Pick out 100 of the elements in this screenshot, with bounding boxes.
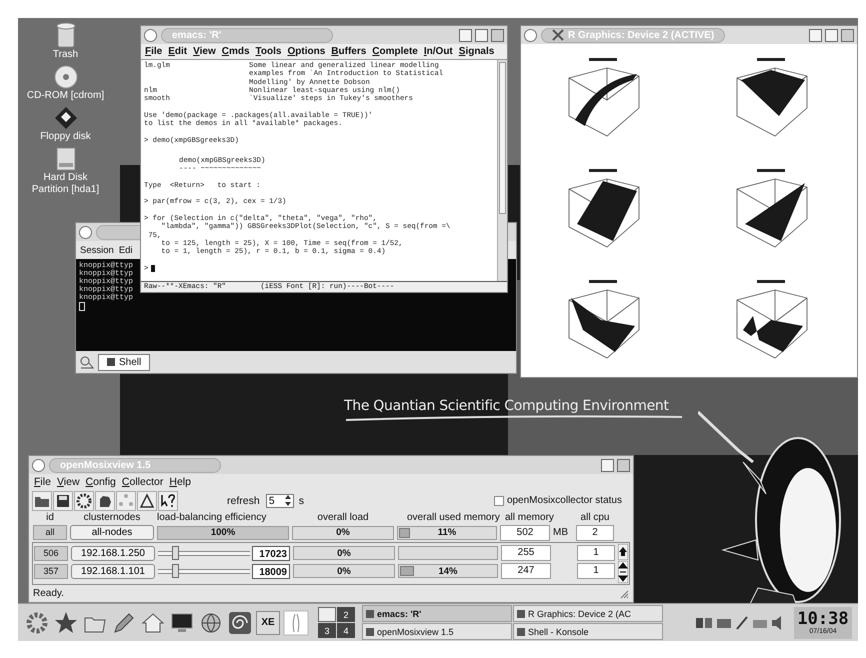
figure-icon[interactable] — [283, 610, 309, 636]
node-button[interactable]: 192.168.1.101 — [71, 564, 155, 578]
desktop-icon-label[interactable]: Floppy disk — [26, 131, 106, 143]
desktop-pager-button[interactable] — [318, 607, 336, 622]
maximize-button[interactable] — [475, 28, 488, 42]
session-tab[interactable]: Shell — [98, 354, 150, 370]
memory-value: 502 — [500, 524, 550, 541]
clock-time: 10:38 — [797, 610, 849, 628]
speed-value: 18009 — [252, 564, 290, 578]
memory-value: 247 — [501, 563, 551, 579]
id-cell: all — [33, 525, 67, 540]
load-bar: 0% — [293, 546, 395, 560]
menu-item[interactable]: View — [56, 476, 80, 488]
new-session-icon[interactable] — [79, 355, 95, 369]
menu-item[interactable]: Config — [86, 476, 116, 488]
save-icon[interactable] — [53, 490, 73, 510]
close-button[interactable] — [491, 28, 504, 42]
speed-value: 17023 — [252, 546, 290, 560]
editor-launcher[interactable]: XE — [256, 610, 280, 634]
spiral-icon[interactable] — [227, 610, 253, 636]
menu-item[interactable]: Complete — [372, 46, 418, 57]
memory-bar: 11% — [397, 526, 497, 540]
id-cell: 357 — [34, 564, 68, 578]
cursor-icon — [79, 302, 85, 311]
menu-item[interactable]: Collector — [122, 476, 164, 488]
minimize-button[interactable] — [809, 28, 822, 42]
maximize-button[interactable] — [825, 28, 838, 42]
node-button[interactable]: all-nodes — [70, 525, 154, 540]
menu-item[interactable]: In/Out — [424, 46, 453, 57]
trash-icon[interactable] — [54, 22, 76, 48]
x-logo-icon — [552, 29, 564, 41]
close-button[interactable] — [841, 28, 854, 42]
column-header: all memory — [505, 512, 555, 524]
scroll-up-button[interactable] — [618, 544, 628, 560]
menu-item[interactable]: Help — [169, 476, 191, 488]
scrollbar[interactable] — [497, 60, 507, 281]
star-icon[interactable] — [53, 610, 79, 636]
help-icon[interactable] — [158, 490, 178, 510]
cpu-value: 1 — [577, 563, 615, 579]
desktop-icon-label[interactable]: Hard Disk Partition [hda1] — [26, 172, 106, 196]
cpu-value: 1 — [577, 545, 615, 561]
refresh-spinbox[interactable]: 5 — [266, 494, 294, 508]
menu-item[interactable]: Buffers — [331, 46, 366, 57]
load-bar: 0% — [292, 526, 394, 540]
memory-bar: 14% — [398, 564, 498, 578]
cursor-icon — [151, 265, 156, 272]
menu-item[interactable]: Edi — [118, 244, 133, 256]
desktop-pager-button[interactable]: 4 — [337, 623, 355, 638]
disc-icon[interactable] — [54, 65, 78, 89]
task-button[interactable]: Shell - Konsole — [513, 623, 663, 640]
window-menu-icon[interactable] — [79, 226, 92, 238]
id-cell: 506 — [34, 546, 68, 560]
desktop-icon-label[interactable]: Trash — [26, 49, 106, 61]
menu-item[interactable]: Cmds — [222, 46, 250, 57]
scroll-arrows-button[interactable] — [618, 561, 628, 583]
gear-icon[interactable] — [74, 490, 94, 510]
menu-item[interactable]: Options — [287, 46, 326, 57]
menu-item[interactable]: View — [193, 46, 216, 57]
menu-item[interactable]: Signals — [458, 46, 494, 57]
task-button[interactable]: openMosixview 1.5 — [362, 623, 512, 640]
folder-icon[interactable] — [32, 490, 52, 510]
node-button[interactable]: 192.168.1.250 — [71, 546, 155, 560]
desktop-icon-label[interactable]: CD-ROM [cdrom] — [26, 90, 106, 102]
triangle-icon[interactable] — [137, 490, 157, 510]
desktop-pager-button[interactable]: 3 — [318, 623, 336, 638]
checkbox[interactable] — [494, 496, 504, 506]
minimize-button[interactable] — [459, 28, 472, 42]
load-bar: 0% — [293, 564, 395, 578]
minimize-button[interactable] — [601, 458, 614, 472]
memory-value: 255 — [501, 545, 551, 561]
column-header: overall load — [316, 512, 370, 524]
menu-item[interactable]: File — [145, 46, 162, 57]
cpu-value: 2 — [576, 524, 614, 541]
resize-grip-icon[interactable] — [620, 590, 629, 599]
desktop-pager-button[interactable]: 2 — [337, 607, 355, 622]
refresh-label: refresh — [227, 494, 260, 506]
spin-arrows-icon — [284, 495, 291, 506]
column-header: load-balancing efficiency — [157, 512, 268, 524]
window-menu-icon[interactable] — [144, 28, 157, 42]
efficiency-bar: 100% — [157, 526, 289, 540]
column-header: id — [45, 512, 55, 524]
column-header: all cpu — [580, 512, 610, 524]
refresh-unit: s — [298, 494, 304, 506]
speed-slider[interactable] — [158, 546, 250, 560]
task-button[interactable]: R Graphics: Device 2 (AC — [513, 605, 663, 622]
window-menu-icon[interactable] — [32, 458, 45, 472]
unit-label: MB — [553, 527, 569, 538]
close-button[interactable] — [617, 458, 630, 472]
window-menu-icon[interactable] — [524, 28, 537, 42]
menu-item[interactable]: Tools — [256, 46, 282, 57]
banner-text: The Quantian Scientific Computing Environment — [344, 398, 670, 414]
nodes-icon[interactable] — [116, 490, 136, 510]
column-header: clusternodes — [82, 512, 142, 524]
floppy-icon[interactable] — [54, 106, 78, 130]
menu-item[interactable]: Edit — [168, 46, 188, 57]
task-button[interactable]: emacs: 'R' — [362, 605, 512, 622]
status-text: Ready. — [33, 588, 64, 599]
checkbox-label: openMosixcollector status — [506, 495, 622, 506]
menu-item[interactable]: File — [34, 476, 51, 488]
menu-item[interactable]: Session — [80, 244, 114, 256]
